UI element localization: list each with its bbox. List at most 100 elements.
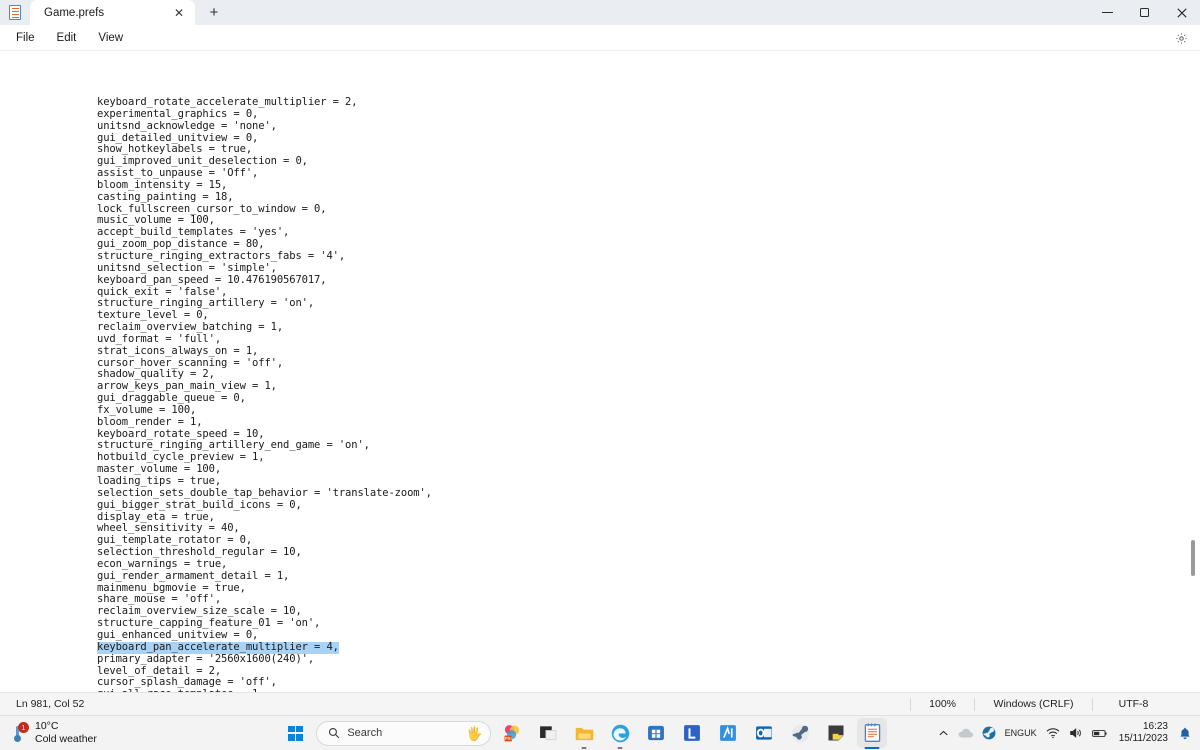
thermometer-icon: 1	[10, 722, 30, 744]
menu-file[interactable]: File	[6, 29, 45, 47]
taskbar-file-explorer-dark-icon[interactable]	[533, 718, 563, 748]
editor-line[interactable]: keyboard_pan_speed = 10.476190567017,	[97, 274, 1186, 287]
search-icon	[329, 727, 340, 739]
scrollbar-thumb[interactable]	[1191, 540, 1195, 576]
close-window-button[interactable]	[1163, 0, 1200, 25]
taskbar-notepad-icon[interactable]	[857, 718, 888, 748]
app-l-icon	[684, 725, 701, 741]
editor-line[interactable]: hotbuild_cycle_preview = 1,	[97, 451, 1186, 464]
maximize-button[interactable]	[1126, 0, 1163, 25]
window-controls	[1089, 0, 1200, 25]
editor-line[interactable]: casting_painting = 18,	[97, 191, 1186, 204]
editor-line[interactable]: master_volume = 100,	[97, 463, 1186, 476]
editor-line[interactable]: assist_to_unpause = 'Off',	[97, 167, 1186, 180]
sticky-notes-icon	[828, 725, 844, 741]
steam-tray-icon[interactable]	[982, 726, 996, 740]
taskbar-outlook-icon[interactable]	[749, 718, 779, 748]
editor-line[interactable]: mainmenu_bgmovie = true,	[97, 582, 1186, 595]
taskbar-folder-icon[interactable]	[569, 718, 599, 748]
close-tab-icon[interactable]: ✕	[169, 3, 189, 23]
editor-line[interactable]: structure_ringing_artillery = 'on',	[97, 297, 1186, 310]
editor-line[interactable]: primary_adapter = '2560x1600(240)',	[97, 653, 1186, 666]
editor-line[interactable]: display_eta = true,	[97, 511, 1186, 524]
status-bar: Ln 981, Col 52 100% Windows (CRLF) UTF-8	[0, 692, 1200, 715]
editor-line[interactable]: bloom_intensity = 15,	[97, 179, 1186, 192]
windows-logo-icon	[287, 725, 303, 741]
title-bar: Game.prefs ✕ +	[0, 0, 1200, 25]
new-tab-button[interactable]: +	[201, 1, 227, 23]
steam-icon	[791, 724, 810, 742]
taskbar-edge-icon[interactable]	[605, 718, 635, 748]
taskbar-app-l-icon[interactable]	[677, 718, 707, 748]
editor-line[interactable]: gui_detailed_unitview = 0,	[97, 132, 1186, 145]
search-illustration-icon: 🖐	[466, 725, 483, 741]
editor-line[interactable]: unitsnd_selection = 'simple',	[97, 262, 1186, 275]
microsoft-store-icon	[648, 725, 665, 741]
vertical-scrollbar[interactable]	[1188, 97, 1197, 690]
editor-line[interactable]: wheel_sensitivity = 40,	[97, 523, 1186, 535]
bell-icon[interactable]	[1179, 727, 1191, 740]
editor-line[interactable]: structure_capping_feature_01 = 'on',	[97, 617, 1186, 630]
editor-line[interactable]: gui_improved_unit_deselection = 0,	[97, 155, 1186, 168]
clock-time: 16:23	[1142, 720, 1168, 732]
editor-line[interactable]: cursor_hover_scanning = 'off',	[97, 357, 1186, 370]
taskbar-clock[interactable]: 16:23 15/11/2023	[1117, 721, 1170, 746]
taskbar-microsoft-store-icon[interactable]	[641, 718, 671, 748]
editor-line[interactable]: uvd_format = 'full',	[97, 333, 1186, 346]
line-ending[interactable]: Windows (CRLF)	[974, 697, 1092, 711]
system-tray: ENG UK 16:23 15/11/2023	[938, 716, 1200, 750]
gear-icon[interactable]	[1170, 28, 1192, 48]
onedrive-icon[interactable]	[958, 727, 973, 739]
weather-badge: 1	[18, 722, 29, 733]
taskbar-center: Search 🖐 PRI	[230, 718, 938, 748]
zoom-level[interactable]: 100%	[910, 697, 974, 711]
search-input[interactable]: Search 🖐	[316, 720, 492, 746]
language-line-2: UK	[1024, 727, 1037, 738]
taskbar-sticky-notes-icon[interactable]	[821, 718, 851, 748]
editor-area[interactable]: keyboard_rotate_accelerate_multiplier = …	[0, 51, 1200, 692]
notepad-icon	[864, 723, 881, 742]
wifi-icon[interactable]	[1046, 727, 1060, 739]
language-line-1: ENG	[1004, 727, 1025, 738]
notepad-window: Game.prefs ✕ + File Edit View keyboard_r…	[0, 0, 1200, 715]
battery-icon[interactable]	[1091, 728, 1108, 739]
editor-line[interactable]: gui_bigger_strat_build_icons = 0,	[97, 499, 1186, 512]
chevron-up-icon[interactable]	[938, 728, 949, 739]
editor-line[interactable]: unitsnd_acknowledge = 'none',	[97, 120, 1186, 133]
editor-line[interactable]: reclaim_overview_batching = 1,	[97, 321, 1186, 334]
encoding[interactable]: UTF-8	[1092, 697, 1174, 711]
editor-line[interactable]: keyboard_rotate_accelerate_multiplier = …	[97, 96, 1186, 109]
tab-game-prefs[interactable]: Game.prefs ✕	[30, 0, 195, 25]
editor-line[interactable]: fx_volume = 100,	[97, 404, 1186, 417]
menu-view[interactable]: View	[88, 29, 133, 47]
taskbar-office-icon[interactable]: PRI	[497, 718, 527, 748]
speaker-icon[interactable]	[1069, 727, 1083, 739]
editor-line[interactable]: gui_draggable_queue = 0,	[97, 392, 1186, 405]
editor-line[interactable]: arrow_keys_pan_main_view = 1,	[97, 380, 1186, 393]
folder-icon	[575, 727, 594, 740]
svg-text:PRI: PRI	[505, 736, 512, 741]
editor-line[interactable]: experimental_graphics = 0,	[97, 108, 1186, 121]
weather-widget[interactable]: 1 10°C Cold weather	[0, 720, 230, 746]
taskbar-app-ai-icon[interactable]	[713, 718, 743, 748]
file-explorer-dark-icon	[540, 726, 557, 741]
editor-line[interactable]: gui_render_armament_detail = 1,	[97, 570, 1186, 583]
edge-icon	[611, 724, 630, 742]
editor-line[interactable]: selection_sets_double_tap_behavior = 'tr…	[97, 487, 1186, 500]
minimize-button[interactable]	[1089, 0, 1126, 25]
clock-date: 15/11/2023	[1118, 733, 1168, 744]
language-indicator[interactable]: ENG UK	[1005, 728, 1037, 738]
weather-description: Cold weather	[35, 733, 97, 745]
editor-line[interactable]: econ_warnings = true,	[97, 558, 1186, 571]
editor-line[interactable]: bloom_render = 1,	[97, 416, 1186, 429]
editor-line[interactable]: keyboard_pan_accelerate_multiplier = 4,	[97, 641, 339, 654]
editor-line[interactable]: gui_all_race_templates = 1,	[97, 688, 1186, 692]
taskbar-steam-icon[interactable]	[785, 718, 815, 748]
menu-edit[interactable]: Edit	[47, 29, 87, 47]
office-icon: PRI	[504, 725, 520, 742]
editor-line[interactable]: strat_icons_always_on = 1,	[97, 345, 1186, 358]
editor-line[interactable]: selection_threshold_regular = 10,	[97, 546, 1186, 559]
editor-line[interactable]: lock_fullscreen_cursor_to_window = 0,	[97, 203, 1186, 216]
text-content[interactable]: keyboard_rotate_accelerate_multiplier = …	[97, 96, 1186, 692]
start-button[interactable]	[280, 718, 310, 748]
